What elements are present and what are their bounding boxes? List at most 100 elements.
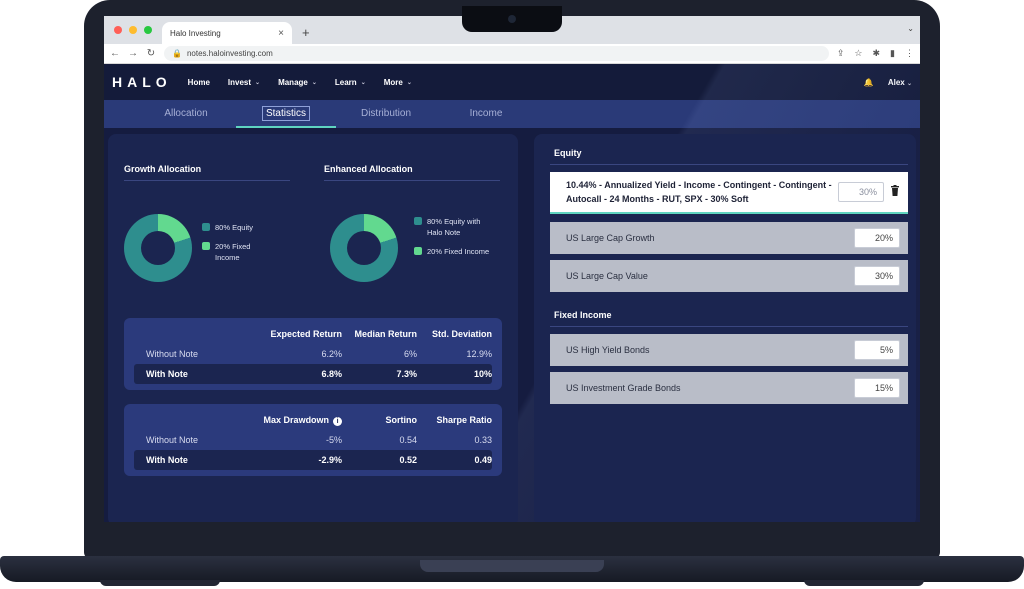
chevron-down-icon: ⌄ (255, 79, 261, 86)
nav-label: Manage (278, 77, 308, 87)
window-controls (104, 26, 162, 44)
tab-allocation[interactable]: Allocation (136, 100, 236, 128)
legend-label: 80% Equity (215, 223, 253, 232)
nav-item-more[interactable]: More ⌄ (384, 78, 412, 87)
returns-table: Expected Return Median Return Std. Devia… (124, 318, 502, 390)
note-card[interactable]: 10.44% - Annualized Yield - Income - Con… (550, 172, 908, 214)
browser-tab-title: Halo Investing (170, 28, 221, 38)
nav-label: Home (187, 77, 210, 87)
growth-donut-chart (124, 214, 192, 282)
cell: 6.8% (321, 369, 343, 379)
fixed-income-item[interactable]: US High Yield Bonds 5% (550, 334, 908, 366)
asset-percent-input[interactable]: 15% (854, 378, 900, 398)
cell: -5% (326, 435, 343, 445)
enhanced-allocation-title: Enhanced Allocation (324, 164, 413, 174)
note-controls: 30% (838, 182, 900, 202)
asset-label: US Large Cap Growth (566, 233, 655, 243)
equity-item[interactable]: US Large Cap Growth 20% (550, 222, 908, 254)
nav-right: 🔔 Alex ⌄ (864, 64, 912, 100)
sub-tabs: Allocation Statistics Distribution Incom… (104, 100, 920, 128)
cell: 10% (473, 369, 492, 379)
cell: 12.9% (466, 349, 492, 359)
growth-allocation-title: Growth Allocation (124, 164, 202, 174)
divider (550, 164, 908, 165)
maximize-window-button[interactable] (144, 26, 152, 34)
menu-icon[interactable]: ⋮ (905, 48, 914, 59)
asset-percent-input[interactable]: 5% (854, 340, 900, 360)
extensions-icon[interactable]: ✱ (873, 48, 881, 59)
fixed-income-section-title: Fixed Income (554, 310, 612, 320)
header-label: Max Drawdown (263, 414, 330, 425)
new-tab-button[interactable]: + (292, 25, 320, 44)
asset-label: US Investment Grade Bonds (566, 383, 681, 393)
equity-item[interactable]: US Large Cap Value 30% (550, 260, 908, 292)
close-window-button[interactable] (114, 26, 122, 34)
tab-statistics[interactable]: Statistics (236, 100, 336, 128)
close-icon[interactable]: × (278, 28, 284, 39)
top-navbar: HALO Home Invest ⌄ Manage ⌄ Learn ⌄ More ⌄ 🔔… (104, 64, 920, 100)
forward-icon[interactable]: → (128, 48, 138, 59)
header-cell: Sharpe Ratio (436, 415, 492, 425)
row-label: With Note (146, 369, 188, 379)
tab-income[interactable]: Income (436, 100, 536, 128)
nav-item-home[interactable]: Home (188, 78, 210, 87)
header-cell: Sortino (385, 415, 418, 425)
table-row: With Note -2.9% 0.52 0.49 (134, 450, 492, 470)
note-percent-input[interactable]: 30% (838, 182, 884, 202)
note-title: 10.44% - Annualized Yield - Income - Con… (566, 180, 832, 204)
table-row: Without Note -5% 0.54 0.33 (134, 430, 492, 450)
statistics-panel: Growth Allocation Enhanced Allocation 80… (108, 134, 518, 522)
camera-notch (462, 6, 562, 32)
divider (124, 180, 290, 181)
fixed-income-item[interactable]: US Investment Grade Bonds 15% (550, 372, 908, 404)
asset-label: US High Yield Bonds (566, 345, 650, 355)
legend-item-equity: 80% Equity (202, 222, 272, 233)
halo-logo[interactable]: HALO (112, 74, 172, 90)
nav-label: Invest (227, 77, 252, 87)
lock-icon: 🔒 (172, 49, 182, 58)
back-icon[interactable]: ← (110, 48, 120, 59)
info-icon[interactable]: i (333, 416, 343, 426)
reload-icon[interactable]: ↻ (146, 48, 156, 59)
tab-search-icon[interactable]: ⌄ (907, 24, 914, 33)
tab-label: Statistics (261, 106, 310, 121)
cell: 0.33 (474, 435, 492, 445)
table-header: Max Drawdown i Sortino Sharpe Ratio (134, 410, 492, 430)
nav-item-learn[interactable]: Learn ⌄ (335, 78, 366, 87)
tab-distribution[interactable]: Distribution (336, 100, 436, 128)
bell-icon[interactable]: 🔔 (864, 78, 874, 87)
user-menu[interactable]: Alex ⌄ (888, 78, 912, 87)
browser-tab[interactable]: Halo Investing × (162, 22, 292, 44)
sidebar-icon[interactable]: ▮ (890, 48, 895, 59)
cell: 6% (404, 349, 418, 359)
minimize-window-button[interactable] (129, 26, 137, 34)
table-row: Without Note 6.2% 6% 12.9% (134, 344, 492, 364)
camera-icon (508, 15, 516, 23)
star-icon[interactable]: ☆ (854, 48, 862, 59)
legend-item-fixed-income: 20% Fixed Income (414, 246, 494, 257)
legend-item-equity-note: 80% Equity with Halo Note (414, 216, 494, 238)
laptop-foot-right (804, 580, 924, 586)
row-label: Without Note (146, 349, 199, 359)
app: HALO Home Invest ⌄ Manage ⌄ Learn ⌄ More ⌄ 🔔… (104, 64, 920, 522)
legend-swatch (202, 223, 210, 231)
browser-toolbar: ← → ↻ 🔒 notes.haloinvesting.com ⇪ ☆ ✱ ▮ … (104, 44, 920, 64)
nav-label: Learn (334, 77, 357, 87)
chevron-down-icon: ⌄ (906, 80, 912, 87)
asset-percent-input[interactable]: 30% (854, 266, 900, 286)
risk-table: Max Drawdown i Sortino Sharpe Ratio Witho… (124, 404, 502, 476)
cell: 0.52 (399, 455, 418, 465)
legend-label: 80% Equity with Halo Note (427, 217, 481, 237)
cell: -2.9% (318, 455, 343, 465)
table-row: With Note 6.8% 7.3% 10% (134, 364, 492, 384)
donut-hole (347, 231, 381, 265)
trash-icon[interactable] (890, 185, 900, 199)
header-cell: Std. Deviation (431, 329, 492, 339)
nav-item-manage[interactable]: Manage ⌄ (278, 78, 317, 87)
divider (324, 180, 500, 181)
asset-percent-input[interactable]: 20% (854, 228, 900, 248)
header-cell-max-drawdown: Max Drawdown i (238, 414, 343, 426)
address-bar[interactable]: 🔒 notes.haloinvesting.com (164, 46, 829, 61)
nav-item-invest[interactable]: Invest ⌄ (228, 78, 260, 87)
share-icon[interactable]: ⇪ (837, 48, 845, 59)
